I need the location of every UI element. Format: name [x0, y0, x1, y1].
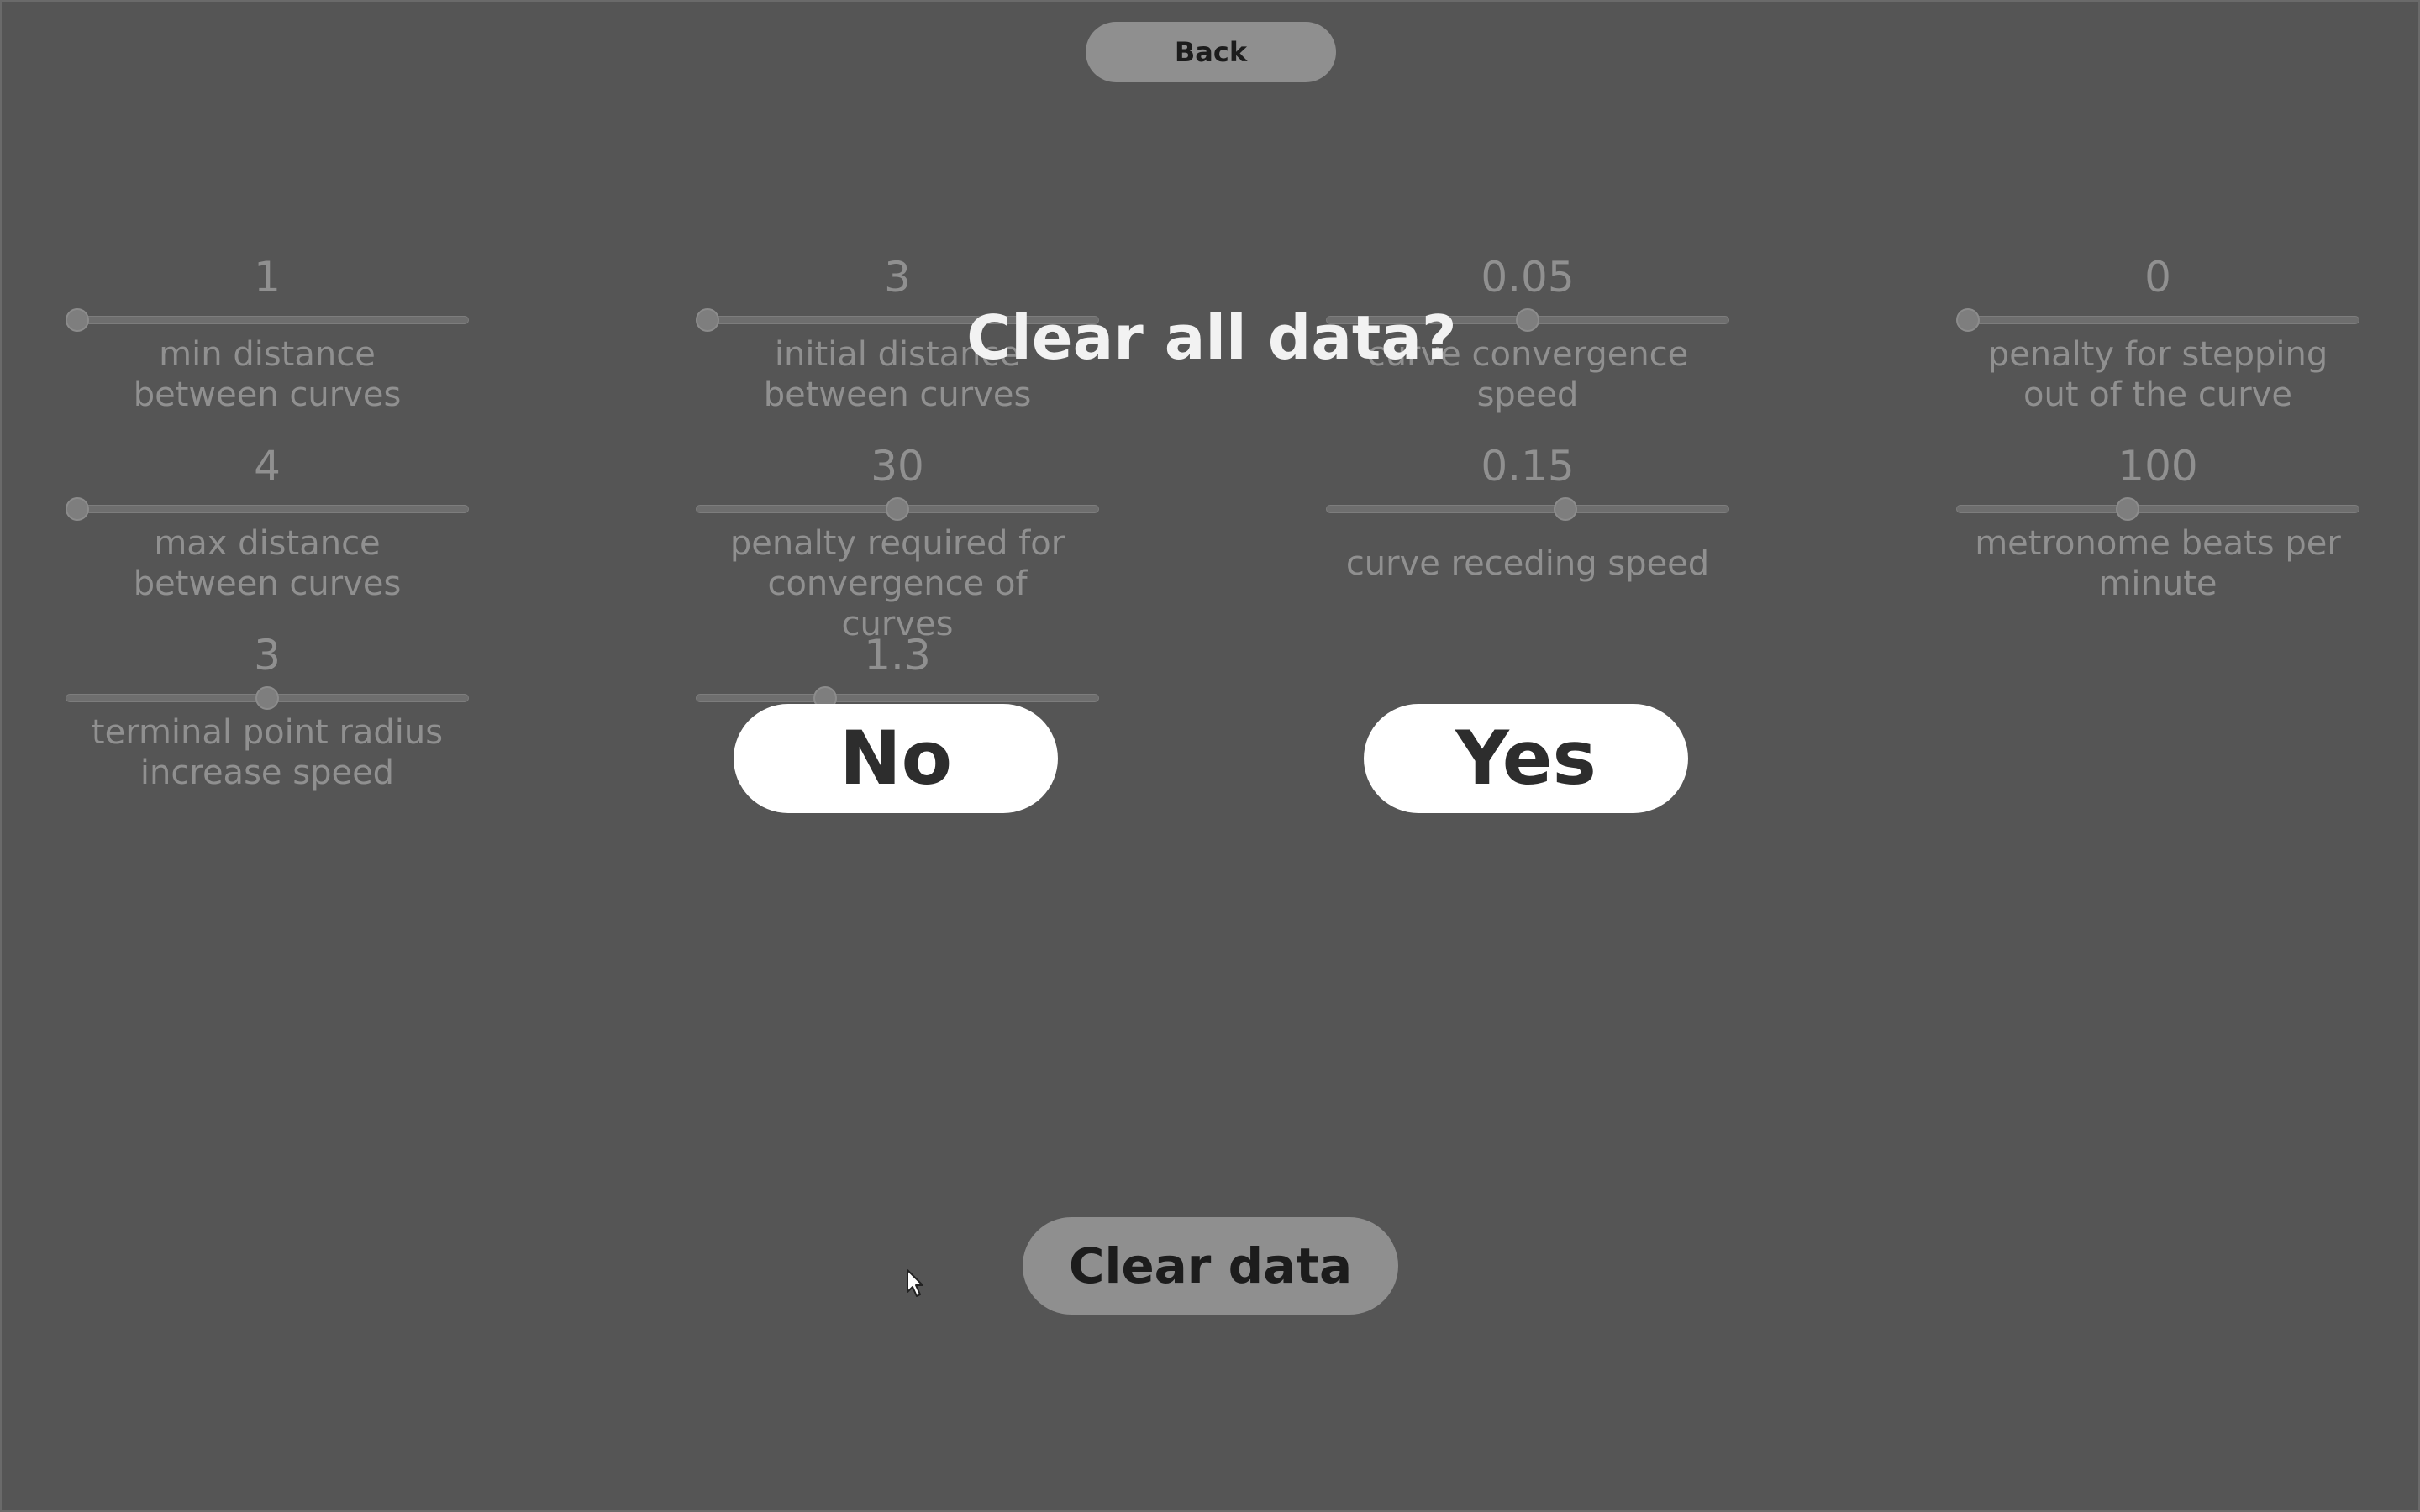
metronome-bpm-slider[interactable] — [1956, 497, 2360, 521]
setting-label: min distance between curves — [133, 335, 402, 414]
slider-thumb[interactable] — [886, 497, 909, 521]
slider-track[interactable] — [66, 316, 469, 324]
unlabeled-slider[interactable] — [696, 686, 1099, 710]
setting-value: 30 — [871, 442, 924, 491]
slider-thumb[interactable] — [696, 308, 719, 332]
setting-value: 3 — [254, 631, 281, 680]
setting-value: 0 — [2144, 253, 2171, 302]
slider-thumb[interactable] — [1956, 308, 1980, 332]
slider-thumb[interactable] — [2115, 497, 2139, 521]
setting-penalty-stepping-out: 0 penalty for stepping out of the curve — [1956, 254, 2360, 415]
slider-thumb[interactable] — [255, 686, 279, 710]
setting-label: penalty for stepping out of the curve — [1987, 335, 2328, 414]
settings-screen: Back 1 min distance between curves 3 ini… — [0, 0, 2420, 1512]
setting-label: penalty required for convergence of curv… — [729, 524, 1065, 643]
setting-min-distance: 1 min distance between curves — [66, 254, 469, 415]
setting-value: 1 — [254, 253, 281, 302]
no-button[interactable]: No — [734, 704, 1058, 813]
setting-value: 0.15 — [1481, 442, 1575, 491]
setting-terminal-radius-speed: 3 terminal point radius increase speed — [66, 632, 469, 793]
max-distance-slider[interactable] — [66, 497, 469, 521]
setting-curve-receding-speed: 0.15 curve receding speed — [1326, 443, 1729, 584]
min-distance-slider[interactable] — [66, 308, 469, 332]
setting-label: max distance between curves — [133, 524, 402, 603]
slider-track[interactable] — [1956, 316, 2360, 324]
setting-label: curve receding speed — [1345, 544, 1710, 583]
slider-track[interactable] — [1326, 505, 1729, 513]
setting-value: 4 — [254, 442, 281, 491]
slider-track[interactable] — [696, 694, 1099, 702]
setting-penalty-convergence: 30 penalty required for convergence of c… — [696, 443, 1099, 644]
curve-receding-speed-slider[interactable] — [1326, 497, 1729, 521]
setting-metronome-bpm: 100 metronome beats per minute — [1956, 443, 2360, 604]
setting-value: 1.3 — [864, 631, 931, 680]
mouse-pointer-icon — [906, 1268, 926, 1299]
setting-max-distance: 4 max distance between curves — [66, 443, 469, 604]
dialog-title: Clear all data? — [966, 302, 1457, 373]
clear-data-button[interactable]: Clear data — [1023, 1217, 1398, 1315]
penalty-stepping-out-slider[interactable] — [1956, 308, 2360, 332]
setting-label: terminal point radius increase speed — [91, 713, 444, 792]
yes-button[interactable]: Yes — [1364, 704, 1688, 813]
setting-value: 0.05 — [1481, 253, 1575, 302]
terminal-radius-speed-slider[interactable] — [66, 686, 469, 710]
setting-label: metronome beats per minute — [1975, 524, 2341, 603]
slider-track[interactable] — [1956, 505, 2360, 513]
setting-unlabeled: 1.3 — [696, 631, 1099, 710]
slider-thumb[interactable] — [66, 497, 89, 521]
penalty-convergence-slider[interactable] — [696, 497, 1099, 521]
slider-thumb[interactable] — [1554, 497, 1578, 521]
back-button[interactable]: Back — [1086, 22, 1336, 82]
slider-track[interactable] — [66, 505, 469, 513]
slider-thumb[interactable] — [66, 308, 89, 332]
setting-value: 100 — [2118, 442, 2198, 491]
setting-value: 3 — [884, 253, 911, 302]
